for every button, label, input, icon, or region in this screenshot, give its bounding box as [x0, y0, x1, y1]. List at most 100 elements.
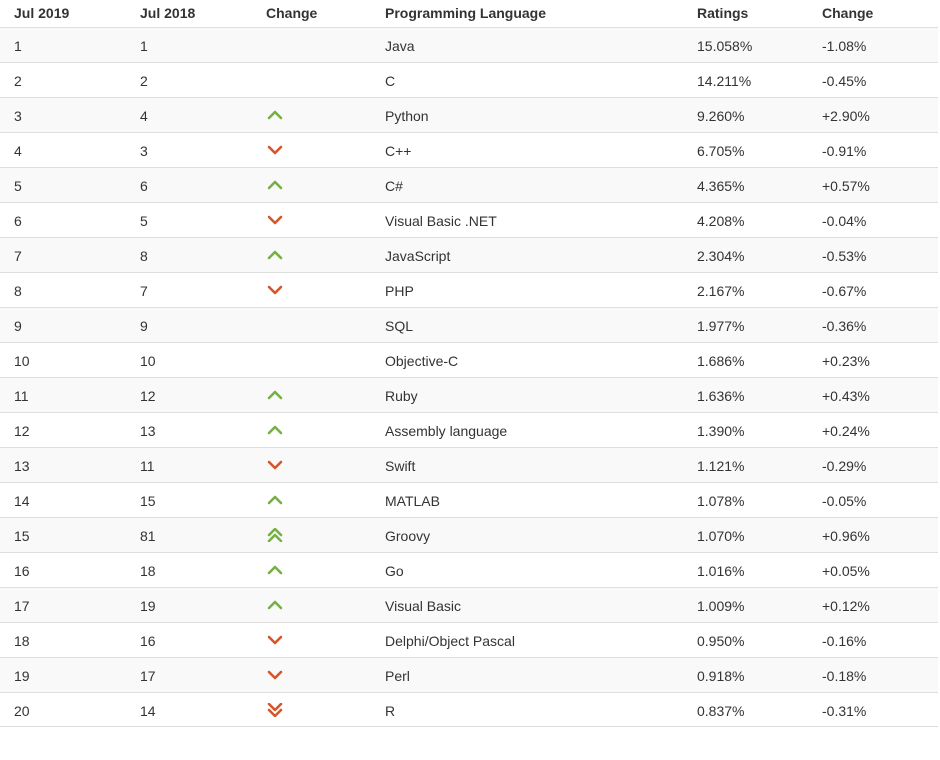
- previous-rank-cell: 14: [140, 703, 156, 719]
- table-row: 1 1 Java 15.058% -1.08%: [0, 27, 938, 62]
- change-cell: +0.96%: [822, 528, 870, 544]
- previous-rank-cell: 13: [140, 423, 156, 439]
- rating-cell: 15.058%: [697, 38, 753, 54]
- rank-cell: 4: [14, 143, 22, 159]
- change-cell: -0.29%: [822, 458, 867, 474]
- language-cell: Assembly language: [385, 423, 508, 439]
- language-cell: Python: [385, 108, 429, 124]
- rating-cell: 4.365%: [697, 178, 745, 194]
- chevron-up-icon: [266, 108, 284, 122]
- rank-cell: 7: [14, 248, 22, 264]
- previous-rank-cell: 8: [140, 248, 148, 264]
- chevron-down-icon: [266, 213, 284, 227]
- table-row: 2 2 C 14.211% -0.45%: [0, 62, 938, 97]
- change-cell: -0.05%: [822, 493, 867, 509]
- table-row: 17 19 Visual Basic 1.009% +0.12%: [0, 587, 938, 622]
- previous-rank-cell: 2: [140, 73, 148, 89]
- previous-rank-cell: 19: [140, 598, 156, 614]
- language-cell: Visual Basic .NET: [385, 213, 497, 229]
- table-row: 9 9 SQL 1.977% -0.36%: [0, 307, 938, 342]
- table-row: 8 7 PHP 2.167% -0.67%: [0, 272, 938, 307]
- previous-rank-cell: 4: [140, 108, 148, 124]
- language-cell: MATLAB: [385, 493, 440, 509]
- chevron-down-icon: [266, 668, 284, 682]
- change-cell: -0.67%: [822, 283, 867, 299]
- language-cell: Java: [385, 38, 415, 54]
- change-cell: -1.08%: [822, 38, 867, 54]
- table-row: 16 18 Go 1.016% +0.05%: [0, 552, 938, 587]
- change-cell: +0.24%: [822, 423, 870, 439]
- change-cell: +0.12%: [822, 598, 870, 614]
- rank-cell: 6: [14, 213, 22, 229]
- header-current-rank: Jul 2019: [14, 5, 70, 21]
- rank-cell: 13: [14, 458, 30, 474]
- rating-cell: 9.260%: [697, 108, 745, 124]
- chevron-up-icon: [266, 493, 284, 507]
- rating-cell: 1.636%: [697, 388, 745, 404]
- previous-rank-cell: 18: [140, 563, 156, 579]
- rating-cell: 0.918%: [697, 668, 745, 684]
- rank-cell: 5: [14, 178, 22, 194]
- chevron-up-icon: [266, 423, 284, 437]
- change-cell: +2.90%: [822, 108, 870, 124]
- change-cell: -0.53%: [822, 248, 867, 264]
- chevron-up-icon: [266, 178, 284, 192]
- rank-cell: 20: [14, 703, 30, 719]
- chevron-up-icon: [266, 563, 284, 577]
- table-body: 1 1 Java 15.058% -1.08% 2 2 C 14.211% -0.45% 34P…: [0, 27, 938, 727]
- rank-cell: 8: [14, 283, 22, 299]
- change-cell: -0.91%: [822, 143, 867, 159]
- previous-rank-cell: 17: [140, 668, 156, 684]
- header-language: Programming Language: [385, 5, 547, 21]
- rating-cell: 1.078%: [697, 493, 745, 509]
- language-cell: PHP: [385, 283, 414, 299]
- rank-cell: 15: [14, 528, 30, 544]
- table-row: 7 8 JavaScript 2.304% -0.53%: [0, 237, 938, 272]
- previous-rank-cell: 11: [140, 458, 155, 474]
- rank-cell: 10: [14, 353, 30, 369]
- table-row: 4 3 C++ 6.705% -0.91%: [0, 132, 938, 167]
- change-cell: -0.16%: [822, 633, 867, 649]
- table-row: 15 81 Groovy 1.070% +0.96%: [0, 517, 938, 552]
- change-cell: +0.05%: [822, 563, 870, 579]
- rating-cell: 0.837%: [697, 703, 745, 719]
- rank-cell: 14: [14, 493, 30, 509]
- language-cell: SQL: [385, 318, 414, 334]
- table-row: 5 6 C# 4.365% +0.57%: [0, 167, 938, 202]
- chevron-up-icon: [266, 248, 284, 262]
- language-cell: R: [385, 703, 396, 719]
- chevron-up-icon: [266, 388, 284, 402]
- rank-cell: 11: [14, 388, 29, 404]
- rating-cell: 1.686%: [697, 353, 745, 369]
- rank-cell: 19: [14, 668, 30, 684]
- header-ratings: Ratings: [697, 5, 749, 21]
- rating-cell: 1.070%: [697, 528, 745, 544]
- chevron-down-icon: [266, 458, 284, 472]
- language-cell: Visual Basic: [385, 598, 462, 614]
- table-row: 13 11 Swift 1.121% -0.29%: [0, 447, 938, 482]
- rank-cell: 2: [14, 73, 22, 89]
- table-row: 3 4 Python 9.260% +2.90%: [0, 97, 938, 132]
- change-cell: +0.57%: [822, 178, 870, 194]
- language-cell: C++: [385, 143, 412, 159]
- language-cell: Delphi/Object Pascal: [385, 633, 515, 649]
- rank-cell: 16: [14, 563, 30, 579]
- header-previous-rank: Jul 2018: [140, 5, 196, 21]
- rank-cell: 12: [14, 423, 30, 439]
- header-trend: Change: [266, 5, 318, 21]
- table-row: 12 13 Assembly language 1.390% +0.24%: [0, 412, 938, 447]
- rating-cell: 6.705%: [697, 143, 745, 159]
- language-cell: JavaScript: [385, 248, 451, 264]
- language-cell: Swift: [385, 458, 416, 474]
- previous-rank-cell: 1: [140, 38, 148, 54]
- rank-cell: 18: [14, 633, 30, 649]
- rank-cell: 17: [14, 598, 30, 614]
- previous-rank-cell: 7: [140, 283, 148, 299]
- rating-cell: 1.016%: [697, 563, 745, 579]
- table-row: 10 10 Objective-C 1.686% +0.23%: [0, 342, 938, 377]
- chevron-down-icon: [266, 283, 284, 297]
- change-cell: -0.04%: [822, 213, 867, 229]
- previous-rank-cell: 5: [140, 213, 148, 229]
- rating-cell: 0.950%: [697, 633, 745, 649]
- rank-cell: 1: [14, 38, 22, 54]
